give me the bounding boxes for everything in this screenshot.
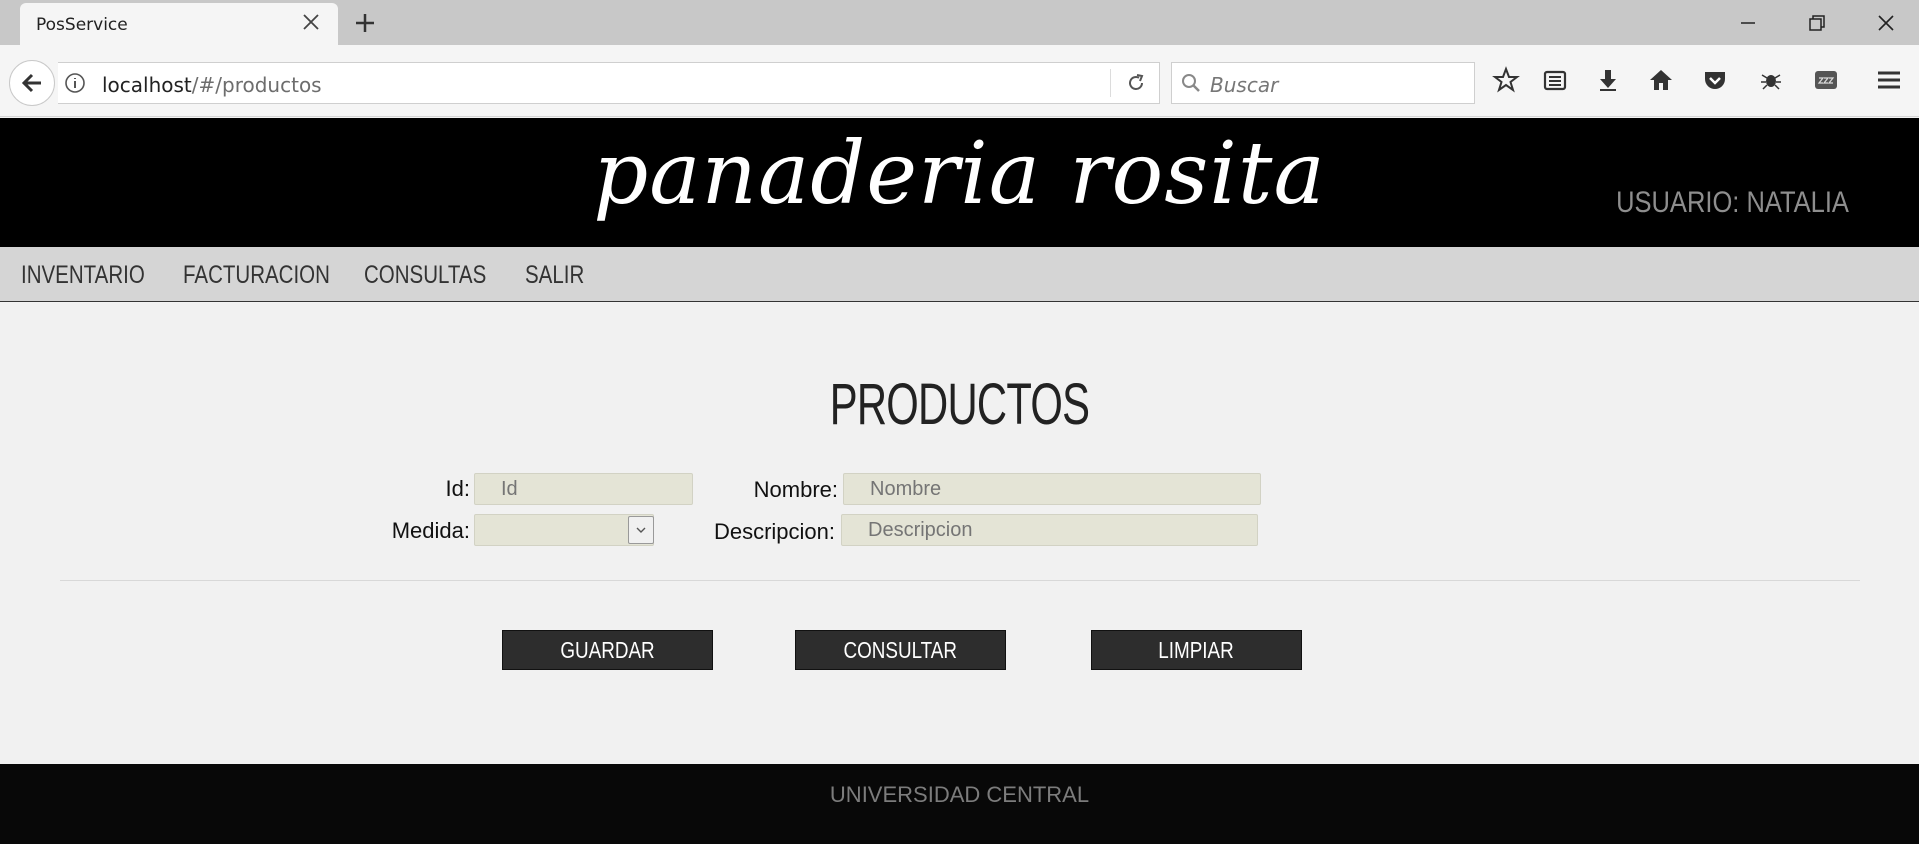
browser-tab[interactable]: PosService xyxy=(20,3,338,45)
minimize-icon[interactable] xyxy=(1735,10,1761,36)
browser-nav-bar: localhost/#/productos Buscar xyxy=(0,45,1919,117)
menu-item-facturacion[interactable]: FACTURACION xyxy=(183,261,330,290)
close-window-icon[interactable] xyxy=(1873,10,1899,36)
guardar-button-label: GUARDAR xyxy=(560,637,655,663)
url-bar[interactable]: localhost/#/productos xyxy=(58,62,1160,104)
menu-item-inventario[interactable]: INVENTARIO xyxy=(21,261,145,290)
back-button[interactable] xyxy=(9,60,55,106)
medida-label: Medida: xyxy=(391,518,470,543)
page-title: PRODUCTOS xyxy=(829,372,1090,437)
search-bar[interactable]: Buscar xyxy=(1171,62,1475,104)
main-menu: INVENTARIO FACTURACION CONSULTAS SALIR xyxy=(0,247,1919,302)
nombre-input[interactable] xyxy=(843,473,1261,505)
url-path: /#/productos xyxy=(191,73,322,97)
browser-tab-bar: PosService xyxy=(0,0,1919,45)
back-arrow-icon xyxy=(21,73,41,93)
main-content: PRODUCTOS Id: Nombre: Medida: Descripcio… xyxy=(0,303,1919,764)
site-footer: UNIVERSIDAD CENTRAL xyxy=(0,764,1919,844)
reload-icon[interactable] xyxy=(1125,72,1147,94)
reading-list-icon[interactable] xyxy=(1540,65,1570,95)
user-label: USUARIO: NATALIA xyxy=(1616,186,1849,219)
medida-select[interactable] xyxy=(474,514,654,546)
site-header: panaderia rosita USUARIO: NATALIA xyxy=(0,118,1919,247)
menu-item-salir[interactable]: SALIR xyxy=(525,261,584,290)
limpiar-button[interactable]: LIMPIAR xyxy=(1091,630,1302,670)
medida-dropdown-button[interactable] xyxy=(628,516,654,544)
id-input[interactable] xyxy=(474,473,693,505)
url-separator xyxy=(1110,69,1111,97)
pocket-icon[interactable] xyxy=(1700,65,1730,95)
restore-icon[interactable] xyxy=(1804,10,1830,36)
search-icon xyxy=(1182,74,1200,92)
new-tab-icon[interactable] xyxy=(352,10,378,36)
limpiar-button-label: LIMPIAR xyxy=(1158,637,1235,663)
form-divider xyxy=(60,580,1860,581)
home-icon[interactable] xyxy=(1646,65,1676,95)
download-icon[interactable] xyxy=(1593,65,1623,95)
footer-text: UNIVERSIDAD CENTRAL xyxy=(829,782,1090,807)
descripcion-label: Descripcion: xyxy=(713,519,835,544)
id-label: Id: xyxy=(445,476,470,501)
nombre-label: Nombre: xyxy=(753,477,838,502)
url-host: localhost xyxy=(102,73,192,97)
hamburger-menu-icon[interactable] xyxy=(1874,65,1904,95)
guardar-button[interactable]: GUARDAR xyxy=(502,630,713,670)
consultar-button-label: CONSULTAR xyxy=(843,637,958,663)
extension-zzz-icon[interactable] xyxy=(1811,65,1841,95)
consultar-button[interactable]: CONSULTAR xyxy=(795,630,1006,670)
search-placeholder: Buscar xyxy=(1210,73,1279,97)
extension-bug-icon[interactable] xyxy=(1756,65,1786,95)
bookmark-star-icon[interactable] xyxy=(1491,65,1521,95)
url-text: localhost/#/productos xyxy=(102,73,322,97)
descripcion-input[interactable] xyxy=(841,514,1258,546)
close-tab-icon[interactable] xyxy=(300,11,322,33)
menu-item-consultas[interactable]: CONSULTAS xyxy=(364,261,486,290)
chevron-down-icon xyxy=(636,527,646,533)
info-icon[interactable] xyxy=(64,72,86,94)
tab-title: PosService xyxy=(36,15,128,35)
